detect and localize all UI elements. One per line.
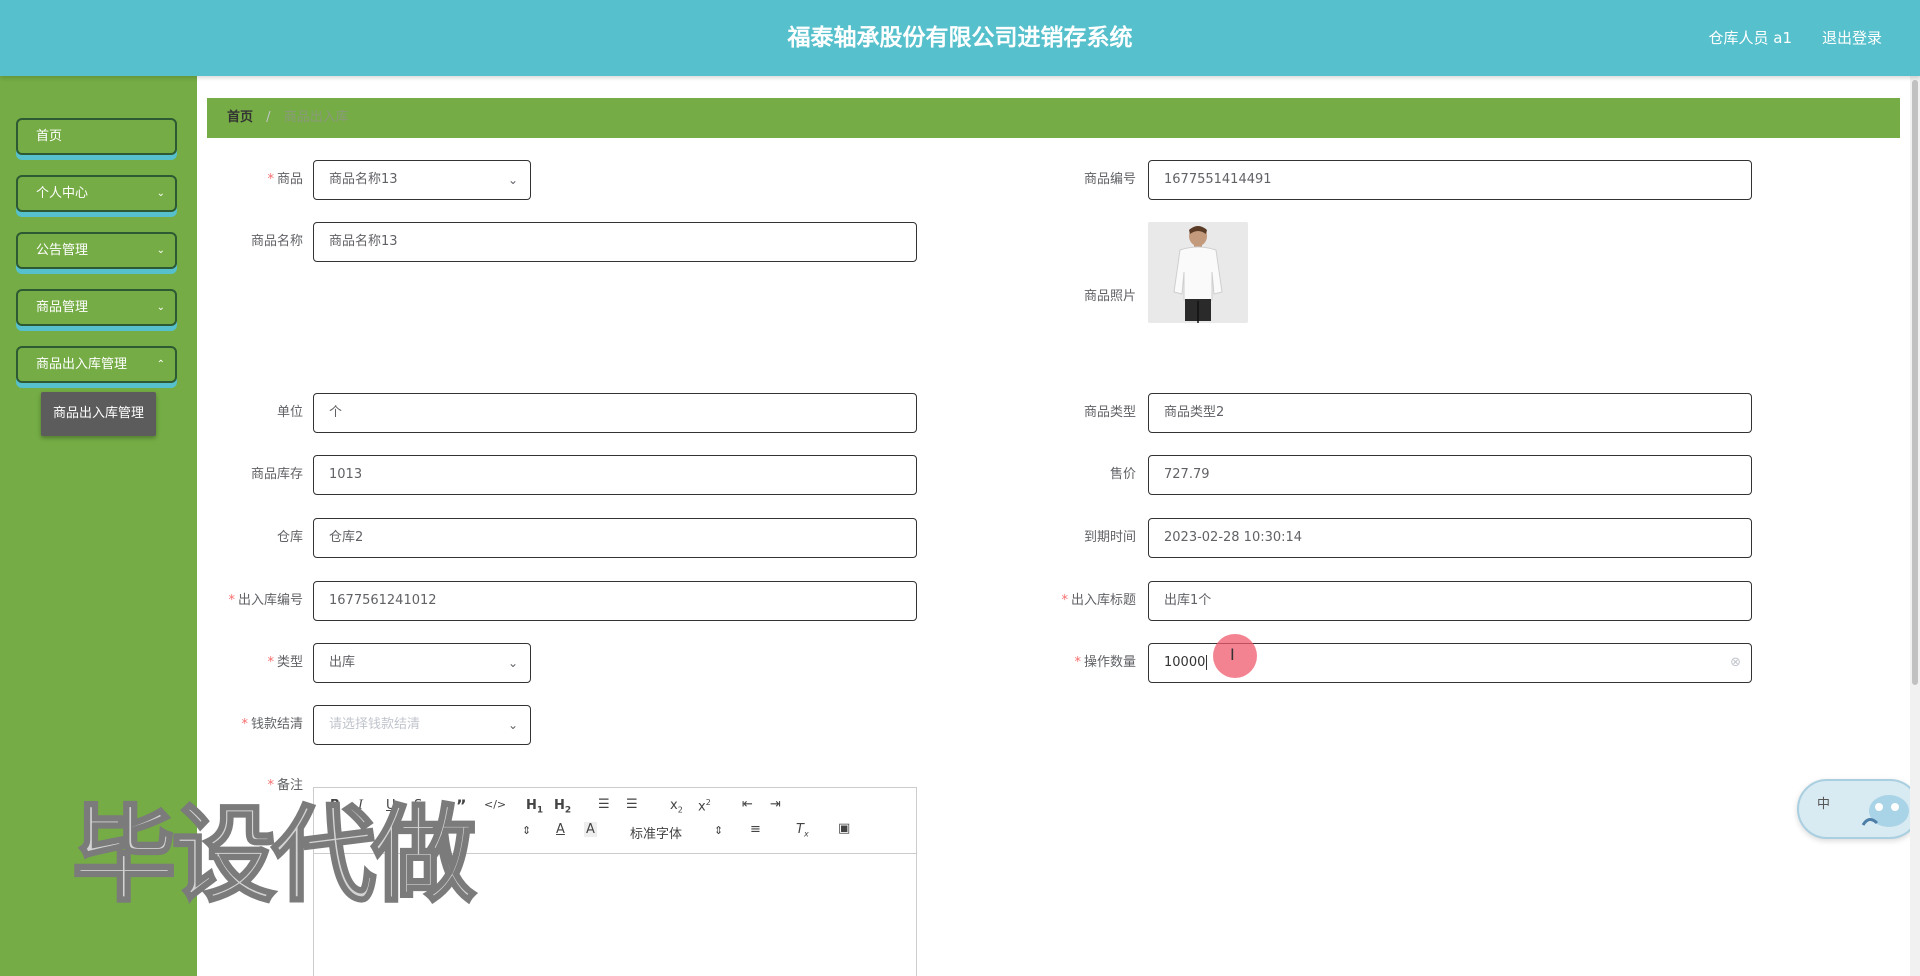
outdent-icon[interactable]: ⇤ — [742, 797, 753, 812]
chevron-down-icon: ⌄ — [156, 245, 165, 256]
font-color-icon[interactable]: A — [556, 822, 565, 837]
ime-decoration-icon — [1861, 795, 1909, 827]
h2-icon[interactable]: H2 — [554, 798, 571, 816]
breadcrumb: 首页 / 商品出入库 — [207, 98, 1900, 138]
payment-label: * 钱款结清 — [241, 717, 303, 732]
superscript-icon[interactable]: x2 — [698, 798, 711, 814]
payment-select[interactable]: 请选择钱款结清 ⌄ — [313, 705, 531, 745]
background-color-icon[interactable]: A — [584, 822, 597, 837]
io-title-field[interactable]: 出库1个 — [1148, 581, 1752, 621]
io-number-label: * 出入库编号 — [228, 593, 303, 608]
sidebar-item-label: 个人中心 — [36, 186, 89, 201]
watermark: 毕设代做 — [70, 794, 477, 916]
product-code-field[interactable]: 1677551414491 — [1148, 160, 1752, 200]
product-code-label: 商品编号 — [1083, 172, 1136, 187]
price-field[interactable]: 727.79 — [1148, 455, 1752, 495]
align-icon[interactable]: ≡ — [750, 822, 761, 837]
chevron-down-icon: ⌄ — [156, 302, 165, 313]
io-number-field[interactable]: 1677561241012 — [313, 581, 917, 621]
sidebar-item-label: 首页 — [36, 129, 63, 144]
unit-field[interactable]: 个 — [313, 393, 917, 433]
ime-widget[interactable]: 中 — [1797, 779, 1920, 839]
quantity-label: * 操作数量 — [1074, 655, 1136, 670]
sidebar-item-home[interactable]: 首页 — [16, 118, 177, 155]
chevron-up-icon: ⌃ — [156, 359, 165, 370]
product-label: * 商品 — [267, 172, 303, 187]
clear-icon[interactable]: ⊗ — [1730, 644, 1741, 682]
ordered-list-icon[interactable]: ☰ — [598, 797, 610, 812]
product-photo-label: 商品照片 — [1083, 289, 1136, 304]
sidebar-item-stock-io[interactable]: 商品出入库管理 ⌃ — [16, 346, 177, 383]
h1-icon[interactable]: H1 — [526, 798, 543, 816]
warehouse-label: 仓库 — [276, 530, 303, 545]
text-cursor-icon: I — [1230, 645, 1235, 664]
chevron-down-icon: ⌄ — [507, 656, 518, 670]
current-user: 仓库人员 a1 — [1708, 29, 1792, 47]
product-name-field[interactable]: 商品名称13 — [313, 222, 917, 262]
top-header: 福泰轴承股份有限公司进销存系统 仓库人员 a1 退出登录 — [0, 0, 1920, 76]
image-icon[interactable]: ▣ — [838, 821, 850, 836]
sidebar-item-label: 商品管理 — [36, 300, 89, 315]
logout-button[interactable]: 退出登录 — [1822, 0, 1882, 76]
product-type-field[interactable]: 商品类型2 — [1148, 393, 1752, 433]
product-type-label: 商品类型 — [1083, 405, 1136, 420]
chevron-down-icon: ⌄ — [507, 718, 518, 732]
warehouse-field[interactable]: 仓库2 — [313, 518, 917, 558]
sidebar-item-announcements[interactable]: 公告管理 ⌄ — [16, 232, 177, 269]
font-family-stepper-icon[interactable]: ⇕ — [714, 824, 723, 837]
product-photo-image — [1148, 222, 1248, 323]
sidebar-item-label: 商品出入库管理 — [36, 357, 128, 372]
io-title-label: * 出入库标题 — [1061, 593, 1136, 608]
sidebar-item-products[interactable]: 商品管理 ⌄ — [16, 289, 177, 326]
stock-field[interactable]: 1013 — [313, 455, 917, 495]
expire-time-field[interactable]: 2023-02-28 10:30:14 — [1148, 518, 1752, 558]
sidebar-item-personal-center[interactable]: 个人中心 ⌄ — [16, 175, 177, 212]
product-select[interactable]: 商品名称13 ⌄ — [313, 160, 531, 200]
size-stepper-icon[interactable]: ⇕ — [522, 824, 531, 837]
expire-time-label: 到期时间 — [1083, 530, 1136, 545]
stock-label: 商品库存 — [250, 467, 303, 482]
scrollbar-thumb[interactable] — [1912, 80, 1918, 685]
subscript-icon[interactable]: x2 — [670, 798, 683, 815]
clear-format-icon[interactable]: Tx — [796, 822, 809, 839]
type-select[interactable]: 出库 ⌄ — [313, 643, 531, 683]
chevron-down-icon: ⌄ — [507, 173, 518, 187]
breadcrumb-home[interactable]: 首页 — [227, 110, 253, 125]
bullet-list-icon[interactable]: ☰ — [626, 797, 638, 812]
indent-icon[interactable]: ⇥ — [770, 797, 781, 812]
breadcrumb-current: 商品出入库 — [283, 110, 349, 125]
click-indicator — [1213, 634, 1257, 678]
chevron-down-icon: ⌄ — [156, 188, 165, 199]
breadcrumb-separator: / — [266, 110, 271, 125]
product-photo[interactable] — [1148, 222, 1248, 323]
type-label: * 类型 — [267, 655, 303, 670]
price-label: 售价 — [1109, 467, 1136, 482]
unit-label: 单位 — [276, 405, 303, 420]
ime-mode-label: 中 — [1817, 797, 1831, 812]
code-icon[interactable]: </> — [484, 798, 506, 811]
product-name-label: 商品名称 — [250, 234, 303, 249]
app-title: 福泰轴承股份有限公司进销存系统 — [787, 25, 1133, 51]
submenu-item-stock-io[interactable]: 商品出入库管理 — [41, 392, 156, 436]
font-family-select[interactable]: 标准字体 — [630, 823, 682, 842]
sidebar-item-label: 公告管理 — [36, 243, 89, 258]
text-caret — [1206, 655, 1208, 670]
